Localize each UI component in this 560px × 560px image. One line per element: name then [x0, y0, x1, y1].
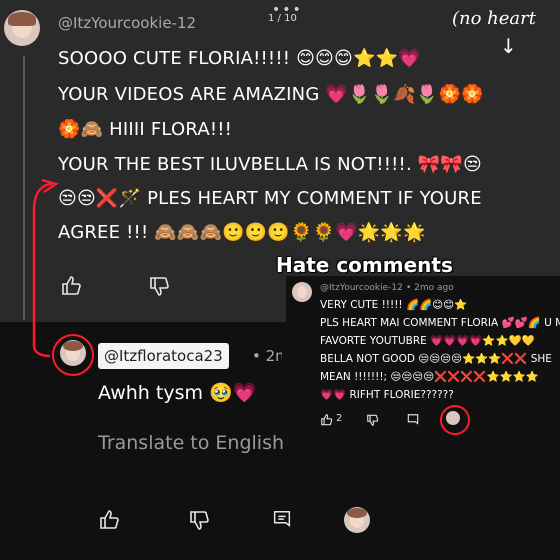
inset-line-4: BELLA NOT GOOD 😒😒😒😒⭐⭐⭐❌❌ SHE — [320, 353, 552, 365]
avatar[interactable] — [4, 10, 40, 46]
inset-dislike-icon — [366, 412, 380, 426]
reply-text: Awhh tysm 🥹💗 — [98, 382, 257, 404]
inset-like-icon — [320, 412, 334, 426]
translate-link[interactable]: Translate to English — [98, 432, 284, 454]
inset-line-6: 💗💗 RIFHT FLORIE?????? — [320, 389, 454, 401]
page-indicator: 1 / 10 — [268, 13, 297, 24]
inset-comment-icon — [406, 412, 420, 426]
reply-comment-icon[interactable] — [268, 506, 296, 534]
annotation-no-heart: (no heart — [452, 8, 536, 29]
dislike-icon[interactable] — [146, 272, 174, 300]
reply-like-icon[interactable] — [96, 506, 124, 534]
inset-time: • 2mo ago — [406, 283, 454, 293]
comment-username[interactable]: @ItzYourcookie-12 — [58, 14, 196, 32]
inset-avatar — [292, 282, 312, 302]
comment-line-2: YOUR VIDEOS ARE AMAZING 💗🌷🌷🍂🌷🏵️🏵️ — [58, 84, 484, 105]
inset-like-count: 2 — [336, 413, 343, 424]
reply-dislike-icon[interactable] — [186, 506, 214, 534]
reply-time: • 2m — [252, 347, 282, 365]
hate-comment-screenshot: @ItzYourcookie-12 • 2mo ago VERY CUTE !!… — [286, 276, 560, 446]
annotation-arrow: ↓ — [500, 34, 517, 58]
comment-line-3: 🏵️🙈 HIIII FLORA!!! — [58, 119, 233, 140]
reply-username[interactable]: @Itzfloratoca23 — [98, 343, 229, 369]
highlight-circle — [52, 334, 94, 376]
inset-line-3: FAVORTE YOUTUBRE 💗💗💗💗⭐⭐💛💛 — [320, 335, 535, 347]
comment-line-1: SOOOO CUTE FLORIA!!!!! 😊😊😊⭐⭐💗 — [58, 48, 421, 69]
comment-line-6: AGREE !!! 🙈🙈🙈🙂🙂🙂🌻🌻💗🌟🌟🌟 — [58, 222, 426, 243]
inset-highlight-circle — [440, 405, 470, 435]
inset-line-1: VERY CUTE !!!!! 🌈🌈😊😊⭐ — [320, 299, 468, 311]
inset-line-5: MEAN !!!!!!!; 😒😒😒😒❌❌❌❌⭐⭐⭐⭐ — [320, 371, 539, 383]
comment-line-5: 😒😒❌🪄 PLES HEART MY COMMENT IF YOURE — [58, 188, 482, 209]
inset-line-2: PLS HEART MAI COMMENT FLORIA 💕💕🌈 U MAI — [320, 317, 560, 329]
comment-line-4: YOUR THE BEST ILUVBELLA IS NOT!!!!. 🎀🎀😒 — [58, 154, 483, 175]
inset-username: @ItzYourcookie-12 — [320, 283, 403, 293]
hate-comments-heading: Hate comments — [276, 253, 453, 277]
creator-heart-avatar[interactable] — [344, 507, 370, 533]
